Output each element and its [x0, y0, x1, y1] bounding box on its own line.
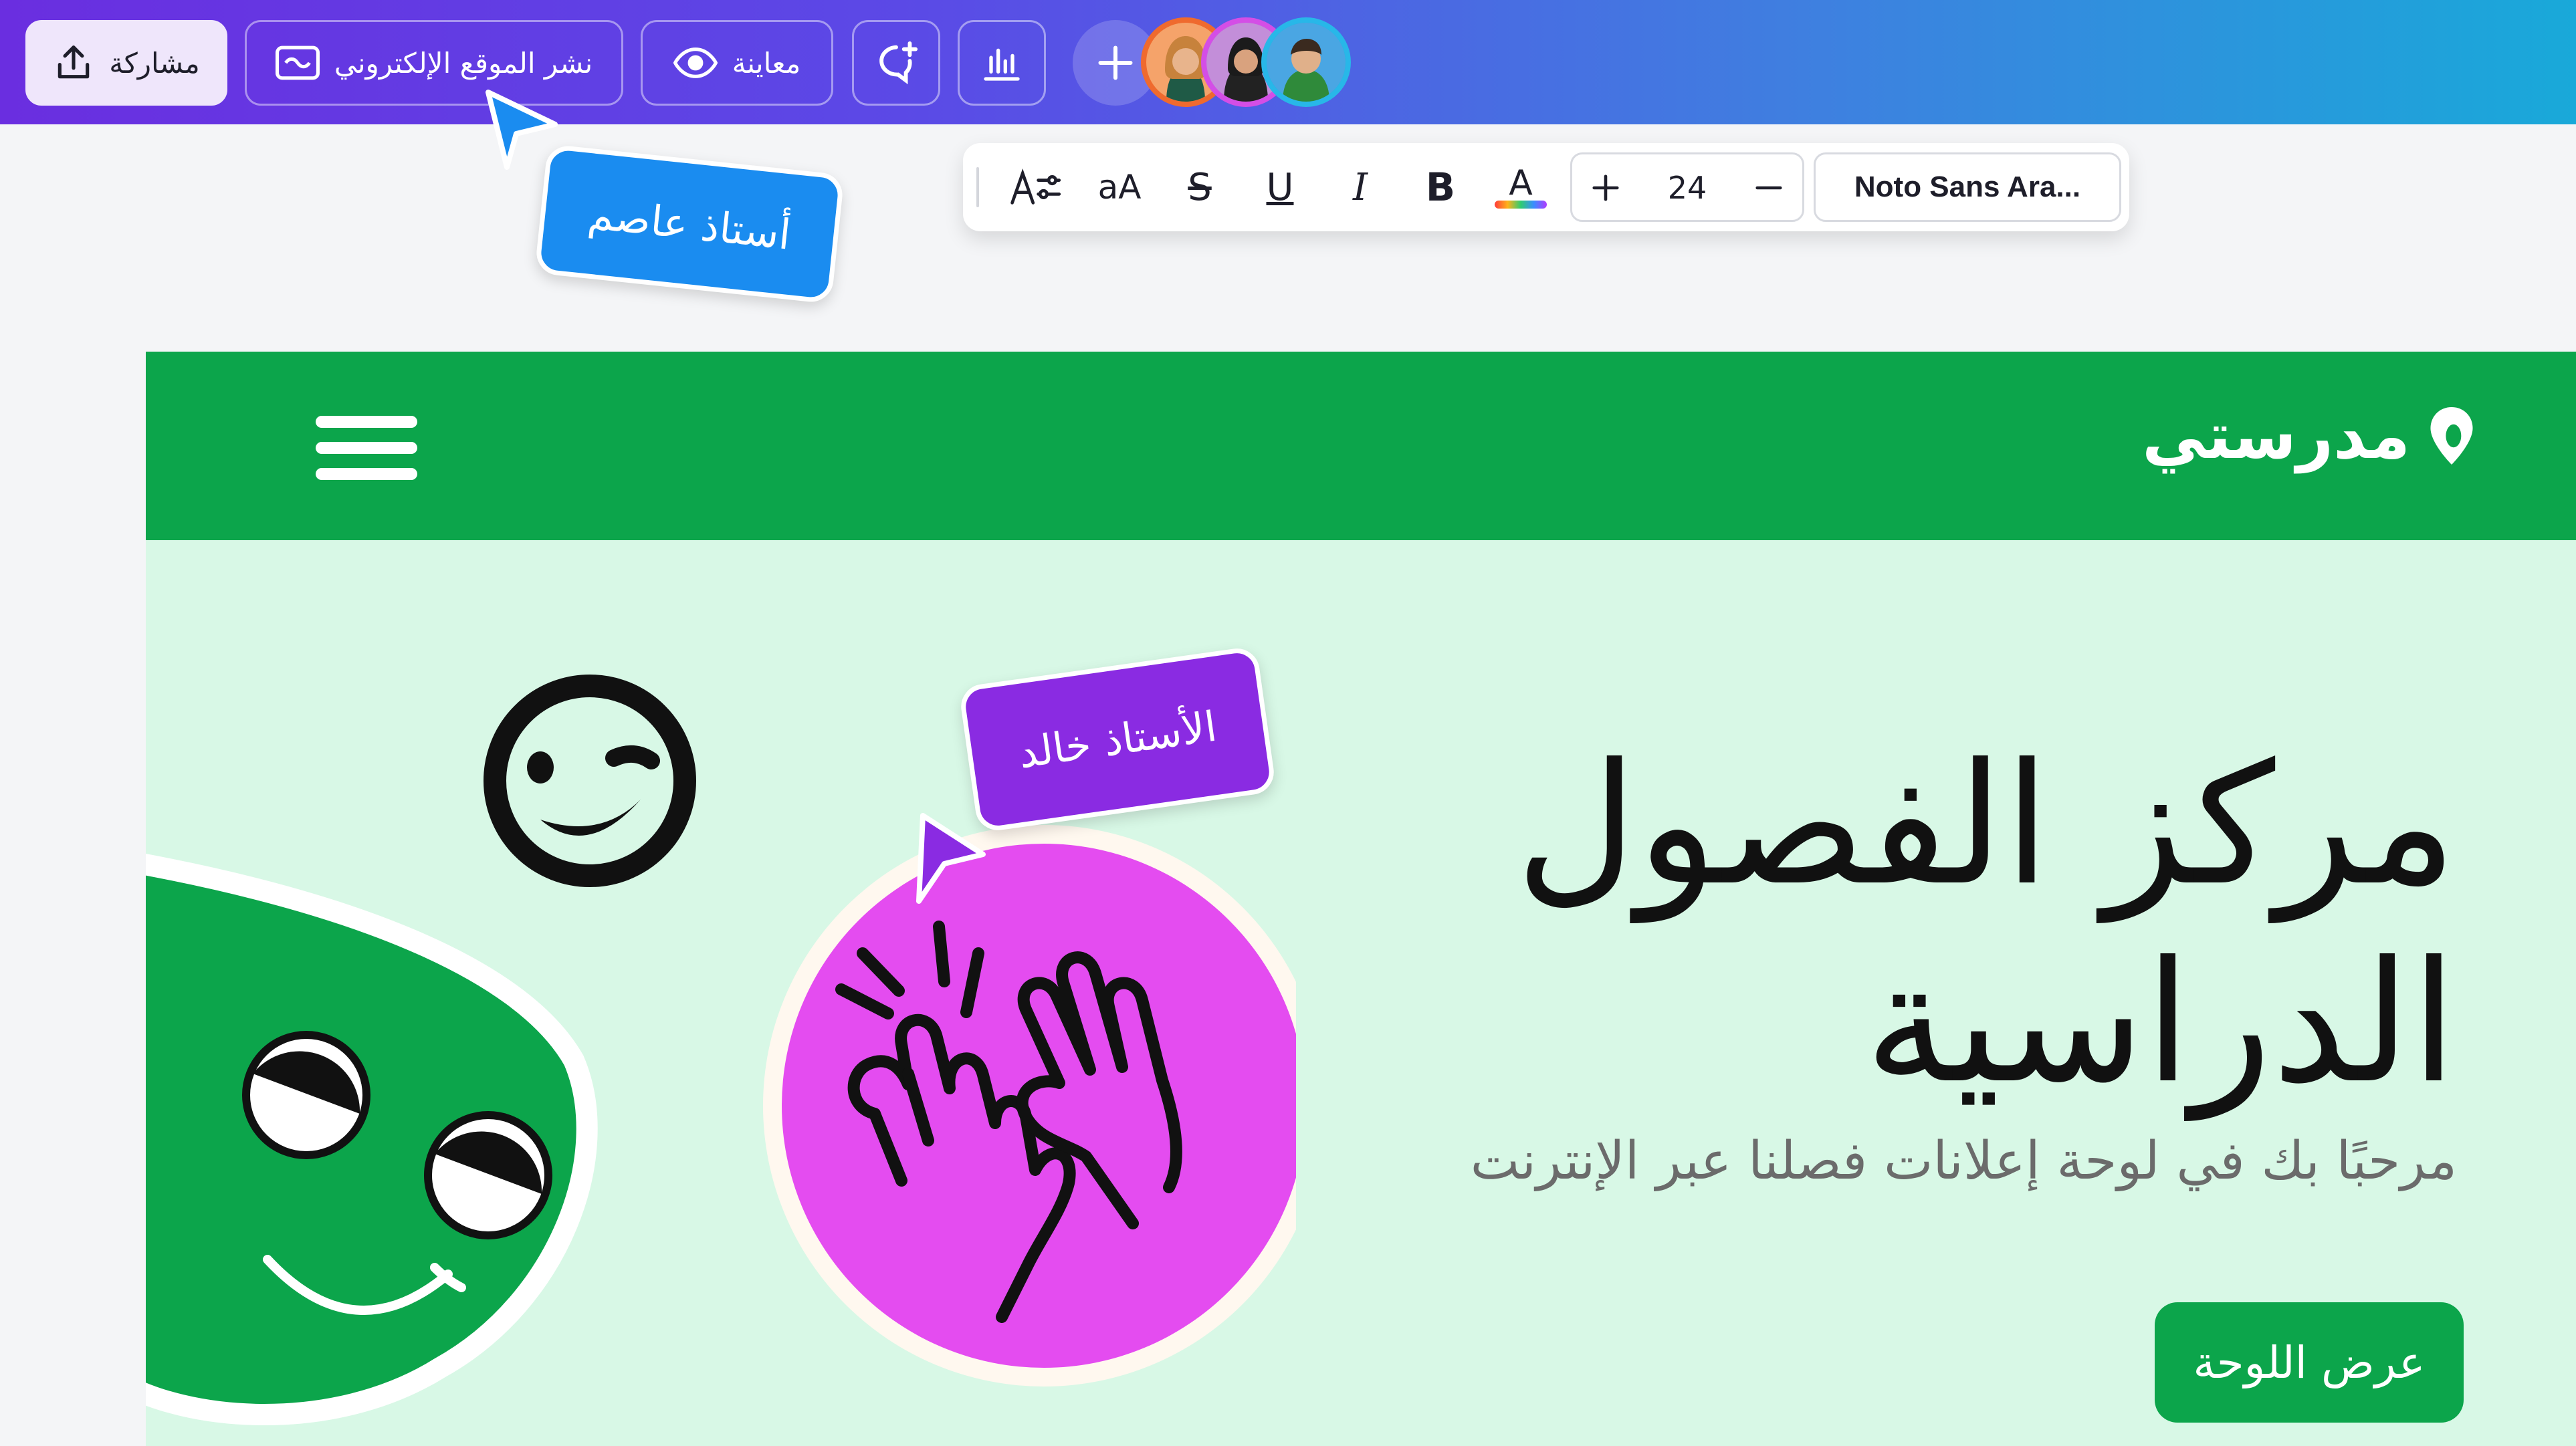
publish-label: نشر الموقع الإلكتروني: [334, 46, 593, 80]
preview-label: معاينة: [732, 46, 801, 80]
text-color-label: A: [1509, 163, 1533, 203]
italic-button[interactable]: I: [1328, 163, 1392, 211]
comment-add-icon: [879, 41, 918, 85]
editor-topbar: مشاركة نشر الموقع الإلكتروني معاينة: [0, 0, 2576, 124]
smiley-icon: [484, 675, 696, 887]
share-label: مشاركة: [109, 46, 200, 80]
location-pin-icon: [2430, 407, 2473, 465]
divider: [976, 167, 979, 207]
strikethrough-button[interactable]: S: [1168, 163, 1232, 211]
avatar[interactable]: [1261, 17, 1351, 107]
plus-icon: [1098, 45, 1133, 80]
bold-button[interactable]: B: [1408, 163, 1473, 211]
font-size-input[interactable]: 24: [1646, 164, 1729, 212]
font-size-control: 24: [1570, 152, 1804, 222]
collaborator-cursor-label: أستاذ عاصم: [534, 144, 845, 304]
share-button[interactable]: مشاركة: [25, 20, 227, 106]
add-comment-button[interactable]: [852, 20, 940, 106]
brand-name: مدرستي: [2142, 398, 2410, 473]
letter-case-button[interactable]: aA: [1086, 163, 1153, 211]
publish-website-button[interactable]: نشر الموقع الإلكتروني: [245, 20, 623, 106]
hero-title: مركز الفصول الدراسية: [1387, 726, 2457, 1122]
font-family-dropdown[interactable]: Noto Sans Ara...: [1814, 152, 2121, 222]
decrease-size-button[interactable]: [1745, 164, 1793, 212]
insights-button[interactable]: [958, 20, 1046, 106]
minus-icon: [1755, 186, 1782, 190]
hero-subtitle: مرحبًا بك في لوحة إعلانات فصلنا عبر الإن…: [1470, 1131, 2457, 1191]
increase-size-button[interactable]: [1582, 164, 1630, 212]
site-brand[interactable]: مدرستي: [2142, 398, 2476, 473]
eye-icon: [673, 47, 718, 78]
hero-title-line-1: مركز الفصول: [1515, 727, 2457, 922]
website-icon: [275, 45, 320, 80]
green-blob-character: [146, 854, 598, 1425]
hero-title-line-2: الدراسية: [1864, 925, 2457, 1120]
text-settings-icon: [1010, 168, 1061, 205]
view-board-button[interactable]: عرض اللوحة: [2155, 1302, 2464, 1423]
text-format-toolbar: aA S U I B A 24 Noto Sans Ara...: [963, 143, 2129, 231]
high-five-sticker: [763, 825, 1296, 1387]
text-effects-button[interactable]: [1004, 163, 1069, 211]
color-swatch: [1495, 201, 1547, 209]
hero-illustration: [146, 675, 1296, 1425]
share-icon: [58, 45, 90, 79]
preview-button[interactable]: معاينة: [641, 20, 833, 106]
bar-chart-icon: [984, 48, 1020, 81]
website-canvas: مدرستي مركز الفصول الدراسية مرحبًا بك في…: [146, 352, 2576, 1446]
plus-icon: [1592, 174, 1619, 201]
text-color-button[interactable]: A: [1489, 163, 1553, 211]
underline-button[interactable]: U: [1248, 163, 1312, 211]
person-icon: [1267, 23, 1346, 102]
